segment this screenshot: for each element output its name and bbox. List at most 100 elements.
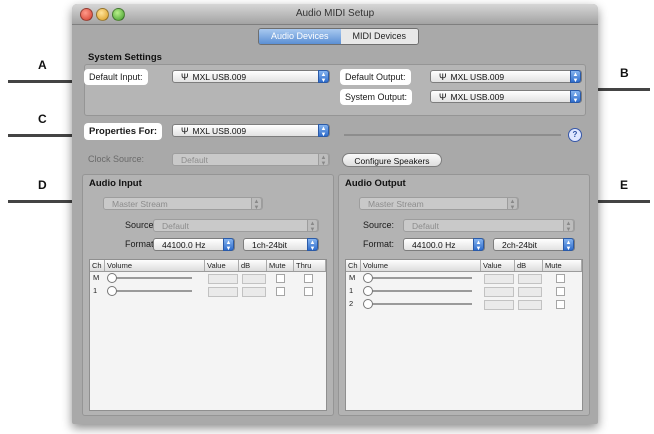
value-field[interactable] <box>484 287 514 297</box>
input-format-bits-popup[interactable]: 1ch-24bit ▲ ▼ <box>243 238 319 252</box>
volume-slider-track[interactable] <box>366 277 472 279</box>
input-stream-popup[interactable]: Master Stream ▲ ▼ <box>103 197 263 211</box>
output-stream-value: Master Stream <box>368 199 424 209</box>
output-col-mute: Mute <box>543 260 582 271</box>
updown-arrows-icon: ▲ ▼ <box>473 238 484 252</box>
input-col-mute: Mute <box>267 260 294 271</box>
db-field[interactable] <box>242 287 266 297</box>
thru-checkbox[interactable] <box>304 287 313 296</box>
updown-arrows-icon: ▲ ▼ <box>318 124 329 138</box>
system-output-label: System Output: <box>342 91 411 103</box>
mute-checkbox[interactable] <box>276 274 285 283</box>
tab-audio-devices[interactable]: Audio Devices <box>259 29 341 44</box>
callout-c: C <box>38 112 47 126</box>
usb-icon: Ψ <box>439 92 447 102</box>
volume-slider-knob[interactable] <box>363 299 373 309</box>
audio-input-panel: Audio Input Master Stream ▲ ▼ Source: Def… <box>82 174 334 416</box>
input-channel-label: M <box>93 273 100 282</box>
configure-speakers-button[interactable]: Configure Speakers <box>342 153 442 167</box>
updown-arrows-icon: ▲ ▼ <box>570 70 581 84</box>
volume-slider-knob[interactable] <box>363 273 373 283</box>
db-field[interactable] <box>518 300 542 310</box>
properties-divider <box>344 134 561 136</box>
updown-arrows-icon: ▲ ▼ <box>307 238 318 252</box>
input-table-header: Ch Volume Value dB Mute Thru <box>90 260 326 272</box>
default-output-popup[interactable]: Ψ MXL USB.009 ▲ ▼ <box>430 70 582 84</box>
usb-icon: Ψ <box>439 72 447 82</box>
audio-input-title: Audio Input <box>89 178 142 189</box>
callout-e-arrow <box>584 196 650 206</box>
audio-output-panel: Audio Output Master Stream ▲ ▼ Source: De… <box>338 174 590 416</box>
input-col-value: Value <box>205 260 239 271</box>
callout-a-arrow <box>8 76 80 86</box>
input-format-label: Format: <box>125 239 157 249</box>
output-format-label: Format: <box>363 239 395 249</box>
db-field[interactable] <box>518 287 542 297</box>
usb-icon: Ψ <box>181 126 189 136</box>
updown-arrows-icon: ▲ ▼ <box>507 197 518 211</box>
value-field[interactable] <box>208 287 238 297</box>
output-col-ch: Ch <box>346 260 361 271</box>
updown-arrows-icon: ▲ ▼ <box>563 219 574 233</box>
default-output-label: Default Output: <box>342 71 409 83</box>
input-col-db: dB <box>239 260 267 271</box>
db-field[interactable] <box>518 274 542 284</box>
output-format-bits: 2ch-24bit <box>502 240 537 250</box>
mute-checkbox[interactable] <box>556 274 565 283</box>
volume-slider-track[interactable] <box>110 290 192 292</box>
mute-checkbox[interactable] <box>556 287 565 296</box>
output-source-value: Default <box>412 221 439 231</box>
table-row: M <box>90 272 326 284</box>
callout-a: A <box>38 58 47 72</box>
output-col-db: dB <box>515 260 543 271</box>
callout-b: B <box>620 66 629 80</box>
table-row: 1 <box>90 285 326 297</box>
volume-slider-track[interactable] <box>110 277 192 279</box>
volume-slider-knob[interactable] <box>107 286 117 296</box>
clock-source-label: Clock Source: <box>88 154 145 164</box>
volume-slider-knob[interactable] <box>363 286 373 296</box>
help-icon[interactable]: ? <box>568 128 582 142</box>
output-stream-popup[interactable]: Master Stream ▲ ▼ <box>359 197 519 211</box>
audio-output-title: Audio Output <box>345 178 406 189</box>
volume-slider-track[interactable] <box>366 303 472 305</box>
volume-slider-knob[interactable] <box>107 273 117 283</box>
thru-checkbox[interactable] <box>304 274 313 283</box>
volume-slider-track[interactable] <box>366 290 472 292</box>
default-output-value: MXL USB.009 <box>450 72 505 82</box>
tab-midi-devices[interactable]: MIDI Devices <box>340 29 419 44</box>
table-row: M <box>346 272 582 284</box>
output-table-header: Ch Volume Value dB Mute <box>346 260 582 272</box>
updown-arrows-icon: ▲ ▼ <box>223 238 234 252</box>
input-format-rate-popup[interactable]: 44100.0 Hz ▲ ▼ <box>153 238 235 252</box>
system-output-value: MXL USB.009 <box>450 92 505 102</box>
input-format-bits: 1ch-24bit <box>252 240 287 250</box>
output-channel-label: M <box>349 273 356 282</box>
default-input-value: MXL USB.009 <box>192 72 247 82</box>
output-col-volume: Volume <box>361 260 481 271</box>
output-col-value: Value <box>481 260 515 271</box>
properties-for-popup[interactable]: Ψ MXL USB.009 ▲ ▼ <box>172 124 330 138</box>
system-output-popup[interactable]: Ψ MXL USB.009 ▲ ▼ <box>430 90 582 104</box>
clock-source-popup[interactable]: Default ▲ ▼ <box>172 153 330 167</box>
value-field[interactable] <box>484 274 514 284</box>
clock-source-value: Default <box>181 155 208 165</box>
output-source-popup[interactable]: Default ▲ ▼ <box>403 219 575 233</box>
usb-icon: Ψ <box>181 72 189 82</box>
mute-checkbox[interactable] <box>556 300 565 309</box>
value-field[interactable] <box>208 274 238 284</box>
input-channel-table: Ch Volume Value dB Mute Thru M 1 <box>89 259 327 411</box>
callout-b-arrow <box>584 84 650 94</box>
output-channel-table: Ch Volume Value dB Mute M 1 2 <box>345 259 583 411</box>
table-row: 1 <box>346 285 582 297</box>
default-input-popup[interactable]: Ψ MXL USB.009 ▲ ▼ <box>172 70 330 84</box>
value-field[interactable] <box>484 300 514 310</box>
mute-checkbox[interactable] <box>276 287 285 296</box>
updown-arrows-icon: ▲ ▼ <box>570 90 581 104</box>
output-format-rate-popup[interactable]: 44100.0 Hz ▲ ▼ <box>403 238 485 252</box>
input-source-popup[interactable]: Default ▲ ▼ <box>153 219 319 233</box>
updown-arrows-icon: ▲ ▼ <box>318 70 329 84</box>
callout-e: E <box>620 178 629 192</box>
db-field[interactable] <box>242 274 266 284</box>
output-format-bits-popup[interactable]: 2ch-24bit ▲ ▼ <box>493 238 575 252</box>
